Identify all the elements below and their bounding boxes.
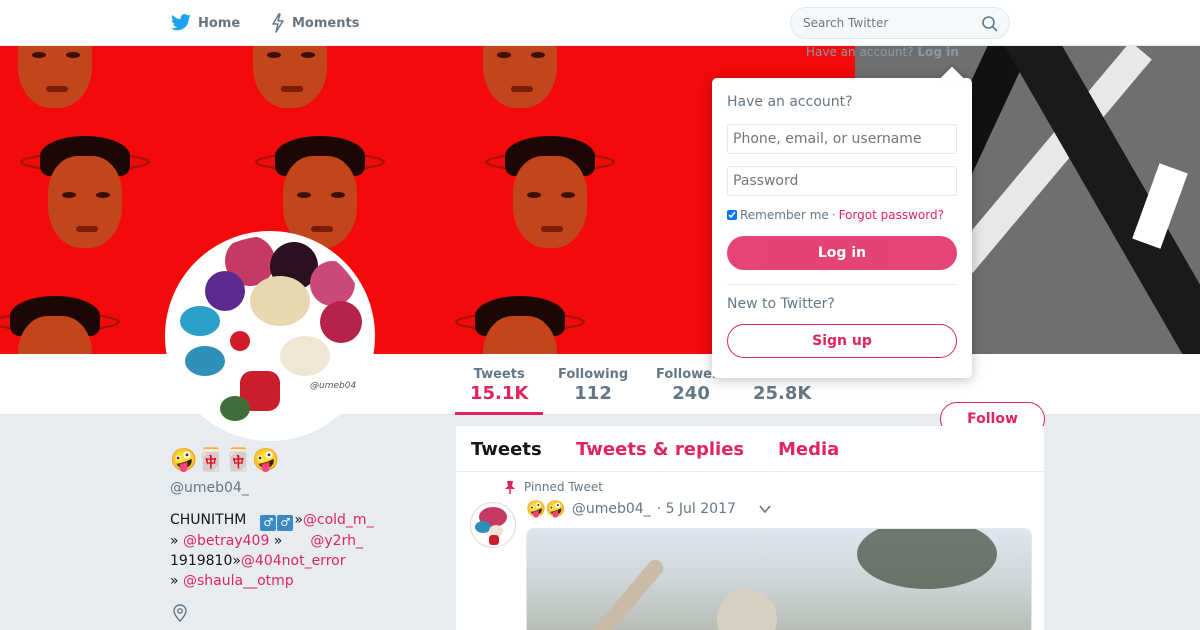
- stat-tweets-value: 15.1K: [470, 383, 529, 404]
- remember-row: Remember me · Forgot password?: [727, 208, 944, 222]
- tweet-author-name[interactable]: 🤪🤪: [526, 499, 566, 518]
- timeline-tabs: Tweets Tweets & replies Media: [456, 426, 1044, 472]
- profile-name: 🤪🀄🀄🤪: [170, 448, 280, 473]
- profile-avatar[interactable]: @umeb04_: [165, 231, 375, 441]
- remember-label: Remember me: [740, 208, 829, 222]
- stat-likes-value: 25.8K: [753, 383, 812, 404]
- password-field[interactable]: [727, 166, 957, 196]
- signup-button[interactable]: Sign up: [727, 324, 957, 358]
- tweet-date[interactable]: · 5 Jul 2017: [657, 501, 736, 517]
- bio-line-1: CHUNITHM ♂ ♂ »@cold_m_: [170, 510, 440, 531]
- search-icon[interactable]: [981, 15, 999, 33]
- nav-moments-label: Moments: [292, 15, 360, 31]
- stat-following-value: 112: [574, 383, 612, 404]
- banner-figure: [0, 286, 130, 354]
- bio-mention[interactable]: @betray409: [183, 533, 269, 549]
- remember-separator: ·: [831, 208, 836, 222]
- login-link[interactable]: Log in: [917, 45, 958, 59]
- stat-following[interactable]: Following 112: [558, 367, 628, 404]
- bio-text: »: [170, 533, 184, 549]
- banner-figure: [10, 126, 160, 276]
- new-to-twitter-label: New to Twitter?: [727, 296, 835, 312]
- bio-text: CHUNITHM: [170, 512, 261, 528]
- male-sign-icon: ♂: [260, 515, 277, 531]
- bio-mention[interactable]: @404not_error: [241, 553, 346, 569]
- pin-icon: [505, 481, 515, 494]
- profile-bio: CHUNITHM ♂ ♂ »@cold_m_ » @betray409 » @y2r…: [170, 510, 440, 591]
- tweet-avatar[interactable]: [470, 502, 516, 548]
- username-field[interactable]: [727, 124, 957, 154]
- account-prompt: Have an account? Log in: [806, 45, 959, 59]
- stat-tweets-label: Tweets: [473, 367, 525, 382]
- tab-tweets-replies[interactable]: Tweets & replies: [576, 439, 744, 460]
- remember-checkbox[interactable]: [727, 210, 737, 220]
- bio-mention[interactable]: @y2rh_: [310, 533, 363, 549]
- banner-figure: [475, 126, 625, 276]
- twitter-bird-icon: [171, 14, 191, 31]
- tweet-header: 🤪🤪 @umeb04_ · 5 Jul 2017: [526, 499, 736, 518]
- login-button[interactable]: Log in: [727, 236, 957, 270]
- chevron-down-icon[interactable]: [758, 502, 772, 516]
- bio-text: »: [170, 573, 184, 589]
- profile-handle[interactable]: @umeb04_: [170, 480, 249, 496]
- bio-text: »: [269, 533, 311, 549]
- banner-figure: [445, 286, 595, 354]
- pinned-indicator: Pinned Tweet: [504, 480, 603, 494]
- bio-mention[interactable]: @shaula__otmp: [183, 573, 294, 589]
- account-prompt-text: Have an account?: [806, 45, 914, 59]
- tweet-author-handle[interactable]: @umeb04_: [572, 501, 651, 517]
- tab-tweets[interactable]: Tweets: [471, 439, 542, 460]
- stat-tweets[interactable]: Tweets 15.1K: [455, 367, 544, 415]
- nav-home-label: Home: [198, 15, 241, 31]
- tweet-media-image[interactable]: [526, 528, 1032, 630]
- location-icon: [173, 604, 187, 622]
- banner-figure: [215, 46, 365, 136]
- lightning-icon: [272, 13, 284, 33]
- bio-line-2: » @betray409 » @y2rh_: [170, 531, 440, 551]
- banner-figure: [0, 46, 130, 136]
- tab-media[interactable]: Media: [778, 439, 839, 460]
- bio-text: 1919810»: [170, 553, 241, 569]
- male-sign-icon: ♂: [277, 515, 294, 531]
- timeline-panel: Tweets Tweets & replies Media Pinned Twe…: [456, 426, 1044, 630]
- pinned-label: Pinned Tweet: [524, 480, 603, 494]
- forgot-password-link[interactable]: Forgot password?: [839, 208, 944, 222]
- bio-separator: »: [294, 512, 303, 528]
- login-heading: Have an account?: [727, 94, 853, 110]
- banner-figure: [445, 46, 595, 136]
- nav-moments[interactable]: Moments: [270, 12, 359, 34]
- top-navigation: Home Moments: [0, 0, 1200, 46]
- stat-following-label: Following: [558, 367, 629, 382]
- bio-line-4: » @shaula__otmp: [170, 571, 440, 591]
- divider: [727, 284, 957, 285]
- avatar-watermark: @umeb04_: [310, 381, 361, 391]
- nav-home[interactable]: Home: [170, 12, 240, 34]
- search-input[interactable]: [791, 8, 961, 38]
- bio-line-3: 1919810»@404not_error: [170, 551, 440, 571]
- bio-mention[interactable]: @cold_m_: [303, 512, 374, 528]
- login-dropdown: Have an account? Remember me · Forgot pa…: [712, 66, 972, 378]
- stat-followers-value: 240: [672, 383, 710, 404]
- search-box: [790, 7, 1010, 39]
